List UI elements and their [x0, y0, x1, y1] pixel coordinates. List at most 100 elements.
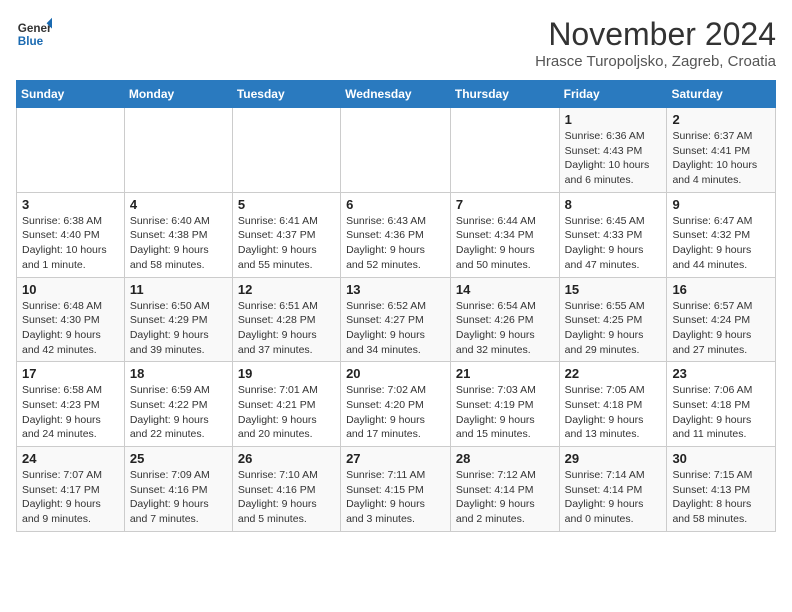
- day-header-friday: Friday: [559, 81, 667, 108]
- calendar-cell: 18 Sunrise: 6:59 AM Sunset: 4:22 PM Dayli…: [124, 362, 232, 447]
- calendar-cell: [124, 108, 232, 193]
- calendar-cell: 29 Sunrise: 7:14 AM Sunset: 4:14 PM Dayli…: [559, 447, 667, 532]
- calendar-cell: 5 Sunrise: 6:41 AM Sunset: 4:37 PM Daylig…: [232, 192, 340, 277]
- day-info: Sunrise: 6:50 AM Sunset: 4:29 PM Dayligh…: [130, 299, 227, 358]
- day-number: 17: [22, 366, 119, 381]
- calendar-cell: 2 Sunrise: 6:37 AM Sunset: 4:41 PM Daylig…: [667, 108, 776, 193]
- day-info: Sunrise: 6:54 AM Sunset: 4:26 PM Dayligh…: [456, 299, 554, 358]
- calendar-cell: [232, 108, 340, 193]
- calendar-cell: 15 Sunrise: 6:55 AM Sunset: 4:25 PM Dayli…: [559, 277, 667, 362]
- calendar-cell: 6 Sunrise: 6:43 AM Sunset: 4:36 PM Daylig…: [341, 192, 451, 277]
- day-number: 12: [238, 282, 335, 297]
- day-info: Sunrise: 7:07 AM Sunset: 4:17 PM Dayligh…: [22, 468, 119, 527]
- calendar-cell: 13Sunrise: 6:52 AM Sunset: 4:27 PM Dayli…: [341, 277, 451, 362]
- day-number: 26: [238, 451, 335, 466]
- calendar-cell: 12Sunrise: 6:51 AM Sunset: 4:28 PM Dayli…: [232, 277, 340, 362]
- day-info: Sunrise: 7:14 AM Sunset: 4:14 PM Dayligh…: [565, 468, 662, 527]
- calendar-cell: 14 Sunrise: 6:54 AM Sunset: 4:26 PM Dayli…: [450, 277, 559, 362]
- day-header-wednesday: Wednesday: [341, 81, 451, 108]
- svg-text:General: General: [18, 22, 52, 35]
- day-number: 19: [238, 366, 335, 381]
- logo-icon: General Blue: [16, 16, 52, 52]
- day-number: 20: [346, 366, 445, 381]
- day-number: 4: [130, 197, 227, 212]
- calendar-cell: 7 Sunrise: 6:44 AM Sunset: 4:34 PM Daylig…: [450, 192, 559, 277]
- calendar-cell: 27 Sunrise: 7:11 AM Sunset: 4:15 PM Dayli…: [341, 447, 451, 532]
- logo: General Blue: [16, 16, 52, 52]
- day-number: 27: [346, 451, 445, 466]
- day-info: Sunrise: 6:38 AM Sunset: 4:40 PM Dayligh…: [22, 214, 119, 273]
- day-number: 2: [672, 112, 770, 127]
- day-info: Sunrise: 6:40 AM Sunset: 4:38 PM Dayligh…: [130, 214, 227, 273]
- day-info: Sunrise: 6:37 AM Sunset: 4:41 PM Dayligh…: [672, 129, 770, 188]
- title-block: November 2024 Hrasce Turopoljsko, Zagreb…: [535, 16, 776, 70]
- day-number: 11: [130, 282, 227, 297]
- day-number: 7: [456, 197, 554, 212]
- day-number: 8: [565, 197, 662, 212]
- month-title: November 2024: [535, 16, 776, 53]
- day-info: Sunrise: 7:01 AM Sunset: 4:21 PM Dayligh…: [238, 383, 335, 442]
- day-info: Sunrise: 6:47 AM Sunset: 4:32 PM Dayligh…: [672, 214, 770, 273]
- day-info: Sunrise: 7:05 AM Sunset: 4:18 PM Dayligh…: [565, 383, 662, 442]
- day-number: 13: [346, 282, 445, 297]
- day-info: Sunrise: 6:43 AM Sunset: 4:36 PM Dayligh…: [346, 214, 445, 273]
- day-info: Sunrise: 6:44 AM Sunset: 4:34 PM Dayligh…: [456, 214, 554, 273]
- svg-text:Blue: Blue: [18, 35, 44, 48]
- day-info: Sunrise: 7:09 AM Sunset: 4:16 PM Dayligh…: [130, 468, 227, 527]
- calendar-cell: 10Sunrise: 6:48 AM Sunset: 4:30 PM Dayli…: [17, 277, 125, 362]
- day-number: 29: [565, 451, 662, 466]
- day-info: Sunrise: 7:12 AM Sunset: 4:14 PM Dayligh…: [456, 468, 554, 527]
- calendar-cell: 23 Sunrise: 7:06 AM Sunset: 4:18 PM Dayli…: [667, 362, 776, 447]
- day-info: Sunrise: 6:41 AM Sunset: 4:37 PM Dayligh…: [238, 214, 335, 273]
- location-subtitle: Hrasce Turopoljsko, Zagreb, Croatia: [535, 53, 776, 70]
- day-info: Sunrise: 7:06 AM Sunset: 4:18 PM Dayligh…: [672, 383, 770, 442]
- day-number: 24: [22, 451, 119, 466]
- day-number: 25: [130, 451, 227, 466]
- calendar-cell: [341, 108, 451, 193]
- calendar-cell: 26 Sunrise: 7:10 AM Sunset: 4:16 PM Dayli…: [232, 447, 340, 532]
- day-info: Sunrise: 6:45 AM Sunset: 4:33 PM Dayligh…: [565, 214, 662, 273]
- day-number: 1: [565, 112, 662, 127]
- day-info: Sunrise: 6:59 AM Sunset: 4:22 PM Dayligh…: [130, 383, 227, 442]
- day-number: 14: [456, 282, 554, 297]
- calendar-cell: 16 Sunrise: 6:57 AM Sunset: 4:24 PM Dayli…: [667, 277, 776, 362]
- day-info: Sunrise: 7:11 AM Sunset: 4:15 PM Dayligh…: [346, 468, 445, 527]
- day-info: Sunrise: 7:10 AM Sunset: 4:16 PM Dayligh…: [238, 468, 335, 527]
- calendar-cell: 4 Sunrise: 6:40 AM Sunset: 4:38 PM Daylig…: [124, 192, 232, 277]
- calendar-cell: 8 Sunrise: 6:45 AM Sunset: 4:33 PM Daylig…: [559, 192, 667, 277]
- day-number: 6: [346, 197, 445, 212]
- day-header-saturday: Saturday: [667, 81, 776, 108]
- calendar-cell: 17 Sunrise: 6:58 AM Sunset: 4:23 PM Dayli…: [17, 362, 125, 447]
- day-info: Sunrise: 6:55 AM Sunset: 4:25 PM Dayligh…: [565, 299, 662, 358]
- day-header-monday: Monday: [124, 81, 232, 108]
- day-number: 3: [22, 197, 119, 212]
- calendar-cell: 22 Sunrise: 7:05 AM Sunset: 4:18 PM Dayli…: [559, 362, 667, 447]
- day-number: 15: [565, 282, 662, 297]
- calendar-cell: 3 Sunrise: 6:38 AM Sunset: 4:40 PM Daylig…: [17, 192, 125, 277]
- day-number: 5: [238, 197, 335, 212]
- day-header-tuesday: Tuesday: [232, 81, 340, 108]
- day-number: 28: [456, 451, 554, 466]
- day-number: 23: [672, 366, 770, 381]
- calendar-cell: 25 Sunrise: 7:09 AM Sunset: 4:16 PM Dayli…: [124, 447, 232, 532]
- calendar-cell: 11 Sunrise: 6:50 AM Sunset: 4:29 PM Dayli…: [124, 277, 232, 362]
- calendar-cell: 20Sunrise: 7:02 AM Sunset: 4:20 PM Dayli…: [341, 362, 451, 447]
- day-number: 9: [672, 197, 770, 212]
- day-header-thursday: Thursday: [450, 81, 559, 108]
- calendar-cell: 30Sunrise: 7:15 AM Sunset: 4:13 PM Dayli…: [667, 447, 776, 532]
- day-number: 18: [130, 366, 227, 381]
- day-header-sunday: Sunday: [17, 81, 125, 108]
- day-info: Sunrise: 6:48 AM Sunset: 4:30 PM Dayligh…: [22, 299, 119, 358]
- calendar-cell: 28 Sunrise: 7:12 AM Sunset: 4:14 PM Dayli…: [450, 447, 559, 532]
- day-number: 16: [672, 282, 770, 297]
- day-info: Sunrise: 6:57 AM Sunset: 4:24 PM Dayligh…: [672, 299, 770, 358]
- day-info: Sunrise: 6:36 AM Sunset: 4:43 PM Dayligh…: [565, 129, 662, 188]
- calendar-cell: [450, 108, 559, 193]
- day-info: Sunrise: 7:15 AM Sunset: 4:13 PM Dayligh…: [672, 468, 770, 527]
- day-info: Sunrise: 7:03 AM Sunset: 4:19 PM Dayligh…: [456, 383, 554, 442]
- calendar-cell: 21Sunrise: 7:03 AM Sunset: 4:19 PM Dayli…: [450, 362, 559, 447]
- calendar-cell: [17, 108, 125, 193]
- calendar-cell: 1 Sunrise: 6:36 AM Sunset: 4:43 PM Daylig…: [559, 108, 667, 193]
- day-number: 22: [565, 366, 662, 381]
- day-info: Sunrise: 6:58 AM Sunset: 4:23 PM Dayligh…: [22, 383, 119, 442]
